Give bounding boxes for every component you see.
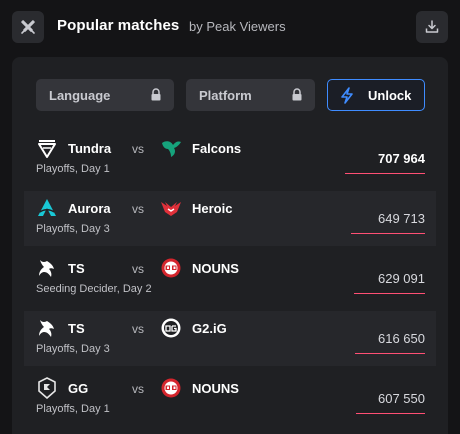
match-row[interactable]: GG vs NOUNS Playoffs, Day 1 607 550 (24, 371, 436, 426)
nouns-logo-icon (161, 258, 181, 278)
team2-name: Falcons (192, 141, 242, 156)
team2-name: NOUNS (192, 261, 239, 276)
viewers-bar (356, 413, 425, 414)
unlock-button-label: Unlock (368, 88, 412, 103)
aurora-logo-icon (38, 199, 56, 216)
team1-name: TS (68, 261, 85, 276)
peak-viewers: 607 550 (378, 391, 425, 406)
download-icon (425, 20, 439, 33)
falcons-logo-icon (162, 141, 181, 157)
match-stage: Playoffs, Day 1 (36, 403, 110, 415)
vs-label: vs (132, 322, 144, 336)
peak-viewers: 616 650 (378, 331, 425, 346)
team1-name: TS (68, 321, 85, 336)
language-filter-label: Language (49, 87, 111, 103)
peak-viewers: 707 964 (378, 151, 425, 166)
crossed-swords-icon (21, 20, 35, 34)
gg-logo-icon (38, 377, 56, 399)
lightning-bolt-icon (341, 87, 353, 104)
viewers-bar (351, 233, 425, 234)
lock-icon (151, 88, 161, 101)
match-stage: Playoffs, Day 1 (36, 163, 110, 175)
match-row[interactable]: TS vs NOUNS Seeding Decider, Day 2 629 0… (24, 251, 436, 306)
vs-label: vs (132, 142, 144, 156)
page-title: Popular matches (57, 17, 180, 34)
match-row[interactable]: Tundra vs Falcons Playoffs, Day 1 707 96… (24, 131, 436, 186)
header: Popular matches by Peak Viewers (0, 0, 460, 54)
team2-name: Heroic (192, 201, 233, 216)
lock-icon (292, 88, 302, 101)
match-stage: Seeding Decider, Day 2 (36, 283, 152, 295)
match-stage: Playoffs, Day 3 (36, 223, 110, 235)
vs-label: vs (132, 382, 144, 396)
match-row[interactable]: Aurora vs Heroic Playoffs, Day 3 649 713 (24, 191, 436, 246)
team1-name: GG (68, 381, 89, 396)
ts-logo-icon (39, 320, 54, 337)
download-button[interactable] (416, 11, 448, 43)
g2ig-logo-icon (161, 318, 181, 338)
nouns-logo-icon (161, 378, 181, 398)
team2-name: NOUNS (192, 381, 239, 396)
peak-viewers: 629 091 (378, 271, 425, 286)
team1-name: Tundra (68, 141, 112, 156)
unlock-button[interactable]: Unlock (327, 79, 425, 111)
viewers-bar (354, 293, 425, 294)
crossed-swords-button[interactable] (12, 11, 44, 43)
team2-name: G2.iG (192, 321, 227, 336)
language-filter[interactable]: Language (36, 79, 174, 111)
platform-filter-label: Platform (199, 87, 252, 103)
heroic-logo-icon (161, 202, 181, 216)
viewers-bar (345, 173, 425, 174)
match-stage: Playoffs, Day 3 (36, 343, 110, 355)
match-row[interactable]: TS vs G2.iG Playoffs, Day 3 616 650 (24, 311, 436, 366)
vs-label: vs (132, 202, 144, 216)
peak-viewers: 649 713 (378, 211, 425, 226)
tundra-logo-icon (38, 140, 56, 158)
team1-name: Aurora (68, 201, 111, 216)
page-subtitle: by Peak Viewers (189, 19, 286, 34)
vs-label: vs (132, 262, 144, 276)
viewers-bar (355, 353, 425, 354)
platform-filter[interactable]: Platform (186, 79, 315, 111)
ts-logo-icon (39, 260, 54, 277)
